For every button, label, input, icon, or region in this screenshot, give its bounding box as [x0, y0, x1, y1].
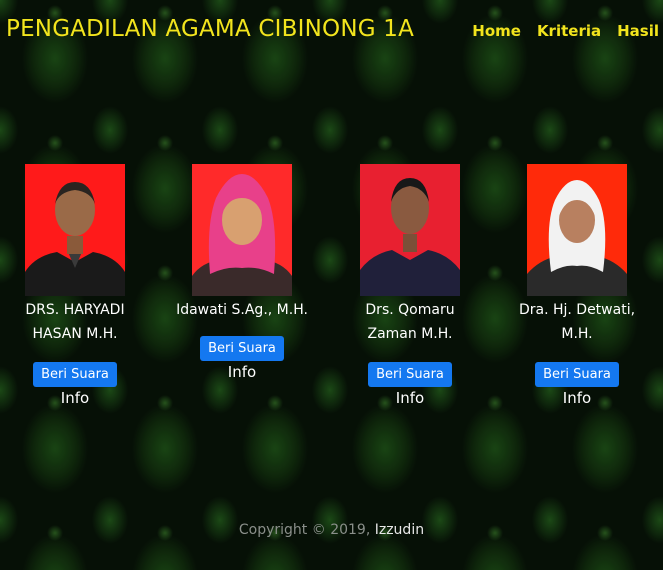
vote-button[interactable]: Beri Suara — [368, 362, 452, 387]
candidate-name-line2: HASAN M.H. — [32, 326, 118, 342]
candidate-name: Dra. Hj. Detwati, — [518, 302, 636, 318]
copyright-text: Copyright © 2019, — [238, 522, 371, 538]
candidate-name: Drs. Qomaru — [365, 302, 455, 318]
candidate-photo — [192, 164, 292, 296]
candidate-photo — [25, 164, 125, 296]
candidate-card: Idawati S.Ag., M.H. Beri Suara Info — [157, 164, 327, 383]
candidate-name: Idawati S.Ag., M.H. — [176, 302, 308, 318]
nav-kriteria-link[interactable]: Kriteria — [537, 22, 601, 40]
candidate-card: DRS. HARYADI HASAN M.H. Beri Suara Info — [0, 164, 160, 409]
candidate-name: DRS. HARYADI — [25, 302, 125, 318]
info-link[interactable]: Info — [0, 387, 160, 409]
main-nav: Home Kriteria Hasil — [472, 22, 663, 40]
info-link[interactable]: Info — [492, 387, 662, 409]
vote-button[interactable]: Beri Suara — [33, 362, 117, 387]
candidate-card: Drs. Qomaru Zaman M.H. Beri Suara Info — [325, 164, 495, 409]
vote-button[interactable]: Beri Suara — [200, 336, 284, 361]
info-link[interactable]: Info — [325, 387, 495, 409]
candidate-card: Dra. Hj. Detwati, M.H. Beri Suara Info — [492, 164, 662, 409]
candidate-name-line2: M.H. — [561, 326, 593, 342]
candidate-name-line2: Zaman M.H. — [367, 326, 453, 342]
vote-button[interactable]: Beri Suara — [535, 362, 619, 387]
author-link[interactable]: Izzudin — [375, 522, 424, 538]
navbar: PENGADILAN AGAMA CIBINONG 1A Home Kriter… — [0, 0, 663, 64]
info-link[interactable]: Info — [157, 361, 327, 383]
nav-home-link[interactable]: Home — [472, 22, 521, 40]
site-title[interactable]: PENGADILAN AGAMA CIBINONG 1A — [6, 16, 414, 42]
nav-hasil-link[interactable]: Hasil — [617, 22, 659, 40]
candidate-photo — [360, 164, 460, 296]
footer: Copyright © 2019, Izzudin — [0, 522, 663, 538]
candidate-photo — [527, 164, 627, 296]
